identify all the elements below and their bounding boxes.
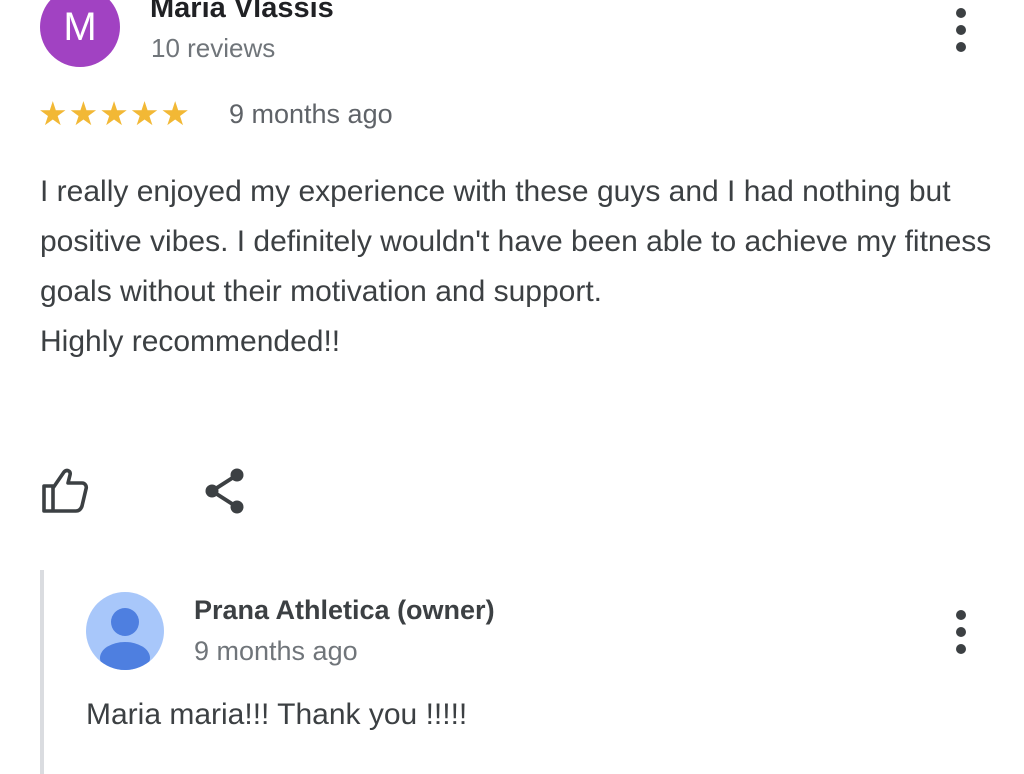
star-icon: ★ [160, 95, 190, 132]
review-more-options-button[interactable] [954, 8, 968, 52]
owner-response-more-options-button[interactable] [954, 610, 968, 654]
reviewer-review-count[interactable]: 10 reviews [151, 33, 275, 64]
thumbs-up-icon [42, 468, 89, 513]
owner-response-text: Maria maria!!! Thank you !!!!! [86, 698, 468, 731]
star-icon: ★ [38, 95, 68, 132]
star-icon: ★ [68, 95, 99, 132]
more-vert-icon [956, 610, 966, 620]
share-button[interactable] [200, 466, 248, 516]
review-date: 9 months ago [229, 99, 393, 129]
more-vert-icon [956, 8, 966, 18]
like-button[interactable] [40, 466, 92, 514]
reviewer-name[interactable]: Maria Vlassis [150, 0, 334, 25]
owner-response-divider [40, 570, 44, 774]
star-icon: ★ [99, 95, 129, 132]
owner-name: Prana Athletica (owner) [194, 595, 495, 625]
share-icon [205, 468, 244, 514]
star-rating: ★ ★ ★ ★ ★ [38, 96, 190, 132]
reviewer-avatar[interactable]: M [40, 0, 120, 67]
person-icon [100, 608, 150, 670]
owner-avatar[interactable] [86, 592, 164, 670]
star-icon: ★ [129, 95, 160, 132]
review-text: I really enjoyed my experience with thes… [40, 175, 992, 358]
owner-response-date: 9 months ago [194, 636, 358, 666]
reviewer-initial: M [63, 4, 97, 49]
